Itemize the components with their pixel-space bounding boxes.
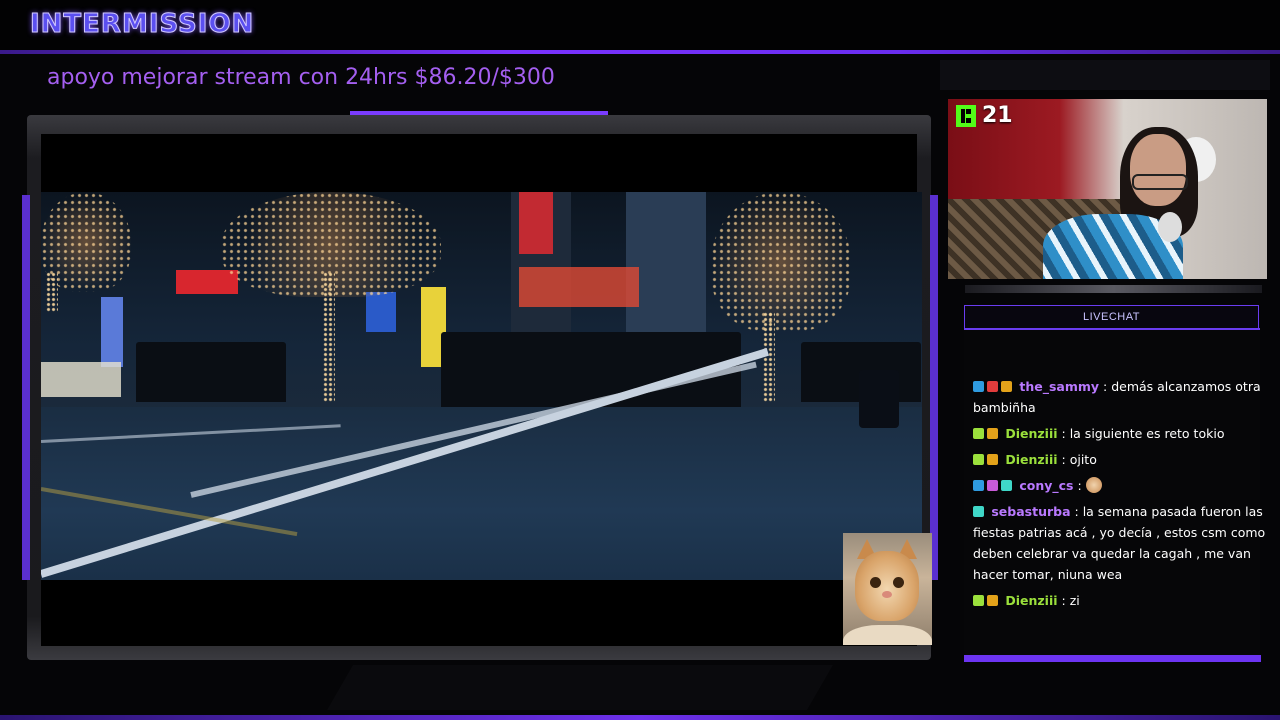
chat-username[interactable]: sebasturba: [987, 504, 1070, 519]
teal-badge-icon: [973, 506, 984, 517]
bg-shape: [327, 665, 833, 710]
gold-badge-icon: [987, 595, 998, 606]
lit-tree-trunk: [763, 312, 775, 402]
chat-message: Dienziii : la siguiente es reto tokio: [973, 423, 1269, 444]
video-frame-right-accent: [930, 195, 938, 580]
chat-header-line: [964, 328, 1260, 330]
cat-head: [855, 551, 919, 621]
chat-username[interactable]: Dienziii: [1001, 593, 1057, 608]
intermission-title: INTERMISSION: [29, 9, 255, 40]
chat-message: sebasturba : la semana pasada fueron las…: [973, 501, 1269, 585]
chat-message: cony_cs :: [973, 475, 1269, 496]
microphone: [1158, 212, 1182, 242]
chat-separator: :: [1057, 426, 1070, 441]
chat-username[interactable]: the_sammy: [1015, 379, 1099, 394]
shop-sign: [366, 292, 396, 332]
bottom-accent-line: [0, 715, 1280, 720]
chat-message: Dienziii : ojito: [973, 449, 1269, 470]
cat-eye: [893, 577, 904, 588]
video-frame-glow: [350, 111, 608, 115]
chat-separator: :: [1073, 478, 1086, 493]
lit-tree-trunk: [46, 272, 58, 312]
green-badge-icon: [973, 454, 984, 465]
lit-tree: [711, 192, 851, 332]
blue-badge-icon: [973, 381, 984, 392]
chat-username[interactable]: cony_cs: [1015, 478, 1073, 493]
viewer-count: 21: [982, 103, 1013, 128]
pink-badge-icon: [987, 480, 998, 491]
teal-badge-icon: [1001, 480, 1012, 491]
lit-tree-trunk: [323, 272, 335, 402]
cat-body: [843, 625, 932, 645]
chat-message-text: la siguiente es reto tokio: [1069, 426, 1225, 441]
car: [859, 370, 899, 428]
chat-header: LIVECHAT: [964, 305, 1259, 329]
chat-bottom-accent: [964, 655, 1261, 662]
top-accent-line: [0, 50, 1280, 54]
chat-username[interactable]: Dienziii: [1001, 426, 1057, 441]
shop-sign: [176, 270, 238, 294]
chat-separator: :: [1099, 379, 1112, 394]
green-badge-icon: [973, 595, 984, 606]
chat-message-list: the_sammy : demás alcanzamos otra bambiñ…: [973, 376, 1269, 616]
gold-badge-icon: [987, 428, 998, 439]
gold-badge-icon: [987, 454, 998, 465]
chat-separator: :: [1070, 504, 1083, 519]
donation-goal-text: apoyo mejorar stream con 24hrs $86.20/$3…: [47, 65, 555, 90]
video-frame-left-accent: [22, 195, 30, 580]
chat-message: the_sammy : demás alcanzamos otra bambiñ…: [973, 376, 1269, 418]
red-badge-icon: [987, 381, 998, 392]
chat-message-text: zi: [1069, 593, 1080, 608]
webcam-underline: [965, 285, 1262, 293]
cat-nose: [882, 591, 892, 598]
bg-shape: [940, 60, 1270, 90]
top-bar: INTERMISSION: [0, 0, 1280, 50]
chat-message: Dienziii : zi: [973, 590, 1269, 611]
cat-overlay-image: [843, 533, 932, 645]
shop-sign: [101, 297, 123, 367]
chat-message-text: ojito: [1069, 452, 1097, 467]
crowd: [136, 342, 286, 402]
viewer-counter: 21: [956, 103, 1013, 128]
video-player[interactable]: [41, 192, 922, 580]
kick-icon: [956, 104, 976, 127]
chat-separator: :: [1057, 452, 1070, 467]
shop-sign: [519, 192, 553, 254]
webcam-feed: 21: [948, 99, 1267, 279]
streamer-glasses: [1132, 174, 1188, 190]
chat-separator: :: [1057, 593, 1070, 608]
shop-sign: [519, 267, 639, 307]
gold-badge-icon: [1001, 381, 1012, 392]
streamer-face: [1130, 134, 1186, 206]
blue-badge-icon: [973, 480, 984, 491]
chat-username[interactable]: Dienziii: [1001, 452, 1057, 467]
shop-sign: [41, 362, 121, 397]
green-badge-icon: [973, 428, 984, 439]
cat-emote-icon: [1085, 477, 1102, 493]
cat-eye: [870, 577, 881, 588]
